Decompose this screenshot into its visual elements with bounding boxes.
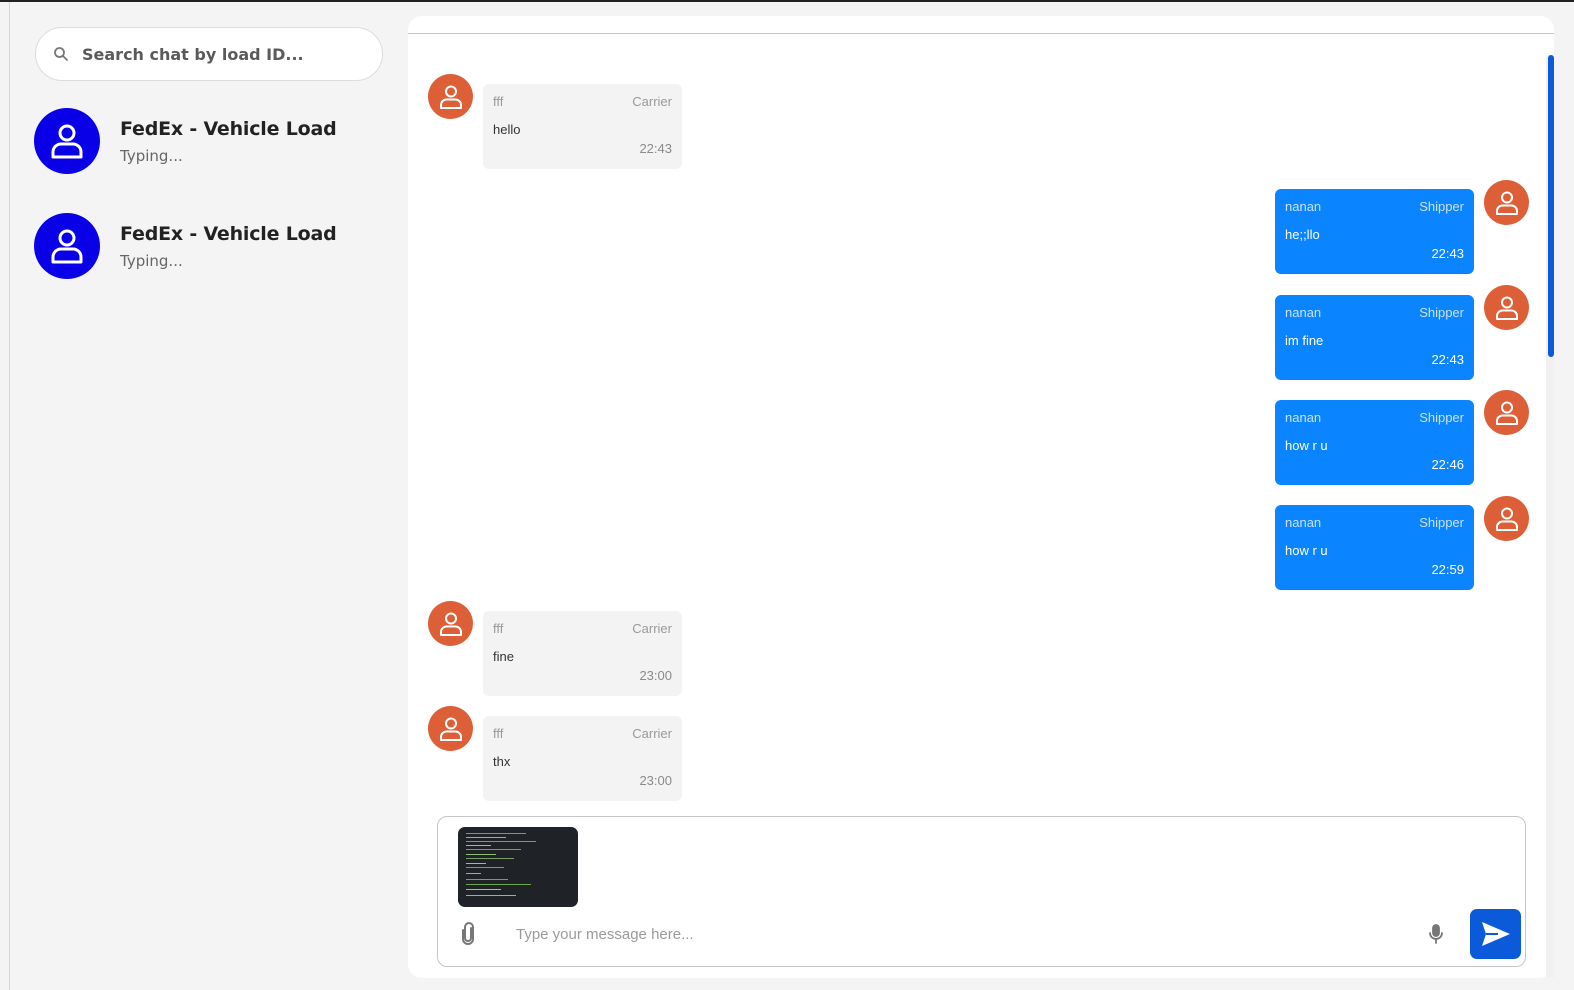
message-sender: fff	[493, 94, 504, 109]
message-sender: nanan	[1285, 410, 1322, 425]
avatar	[428, 706, 473, 751]
message-sender: fff	[493, 621, 504, 636]
chat-list-item[interactable]: FedEx - Vehicle Load Typing...	[34, 108, 384, 174]
user-icon	[439, 85, 462, 109]
message-text: he;;llo	[1285, 227, 1320, 242]
message-sender: nanan	[1285, 515, 1322, 530]
message-text: hello	[493, 122, 521, 137]
message-bubble-incoming: fff Carrier hello 22:43	[483, 84, 682, 169]
avatar	[1484, 496, 1529, 541]
search-box[interactable]	[35, 27, 383, 81]
message-time: 22:46	[1431, 457, 1464, 472]
message-composer	[437, 816, 1526, 967]
search-icon	[54, 47, 68, 61]
user-icon	[1495, 191, 1518, 215]
message-role: Shipper	[1419, 305, 1464, 320]
chat-sidebar: FedEx - Vehicle Load Typing... FedEx - V…	[10, 2, 408, 990]
message-text: fine	[493, 649, 514, 664]
message-text: im fine	[1285, 333, 1324, 348]
user-icon	[51, 124, 83, 159]
chat-title: FedEx - Vehicle Load	[120, 222, 337, 245]
attachment-thumbnail[interactable]	[458, 827, 578, 907]
avatar	[428, 601, 473, 646]
avatar	[34, 108, 100, 174]
message-time: 22:59	[1431, 562, 1464, 577]
chat-status: Typing...	[120, 251, 183, 270]
chat-list-item[interactable]: FedEx - Vehicle Load Typing...	[34, 213, 384, 279]
message-role: Shipper	[1419, 199, 1464, 214]
message-role: Shipper	[1419, 410, 1464, 425]
user-icon	[1495, 507, 1518, 531]
message-text: thx	[493, 754, 511, 769]
chat-status: Typing...	[120, 146, 183, 165]
avatar	[1484, 390, 1529, 435]
message-time: 22:43	[1431, 246, 1464, 261]
message-bubble-incoming: fff Carrier thx 23:00	[483, 716, 682, 801]
message-role: Carrier	[632, 621, 672, 636]
message-bubble-outgoing: nanan Shipper how r u 22:46	[1275, 400, 1474, 485]
message-bubble-incoming: fff Carrier fine 23:00	[483, 611, 682, 696]
chat-title: FedEx - Vehicle Load	[120, 117, 337, 140]
message-time: 22:43	[639, 141, 672, 156]
user-icon	[439, 717, 462, 741]
search-input[interactable]	[82, 44, 362, 64]
send-icon	[1481, 922, 1510, 946]
scrollbar-thumb[interactable]	[1548, 55, 1554, 357]
paperclip-icon[interactable]	[458, 922, 478, 946]
header-divider	[408, 33, 1554, 34]
message-bubble-outgoing: nanan Shipper he;;llo 22:43	[1275, 189, 1474, 274]
avatar	[34, 213, 100, 279]
message-text: how r u	[1285, 543, 1328, 558]
user-icon	[439, 612, 462, 636]
send-button[interactable]	[1470, 909, 1521, 959]
message-bubble-outgoing: nanan Shipper how r u 22:59	[1275, 505, 1474, 590]
avatar	[428, 74, 473, 119]
user-icon	[1495, 296, 1518, 320]
user-icon	[1495, 401, 1518, 425]
message-sender: fff	[493, 726, 504, 741]
avatar	[1484, 180, 1529, 225]
message-time: 22:43	[1431, 352, 1464, 367]
chat-panel: fff Carrier hello 22:43 nanan Shipper he;;…	[408, 16, 1554, 978]
message-sender: nanan	[1285, 305, 1322, 320]
message-time: 23:00	[639, 668, 672, 683]
microphone-icon[interactable]	[1426, 923, 1446, 945]
message-time: 23:00	[639, 773, 672, 788]
avatar	[1484, 285, 1529, 330]
message-input[interactable]	[516, 923, 1416, 945]
message-sender: nanan	[1285, 199, 1322, 214]
message-bubble-outgoing: nanan Shipper im fine 22:43	[1275, 295, 1474, 380]
message-role: Carrier	[632, 726, 672, 741]
message-role: Shipper	[1419, 515, 1464, 530]
message-role: Carrier	[632, 94, 672, 109]
user-icon	[51, 229, 83, 264]
message-text: how r u	[1285, 438, 1328, 453]
